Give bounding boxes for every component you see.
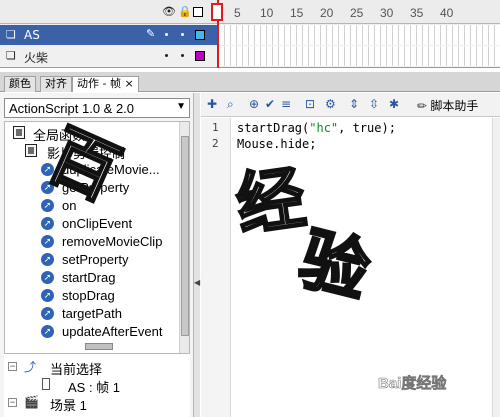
ruler-label: 20 xyxy=(320,6,334,20)
script-assist-icon: ✏ xyxy=(417,99,428,113)
ruler-label: 25 xyxy=(350,6,364,20)
function-icon: ➚ xyxy=(41,217,54,230)
frame-cells-huochai[interactable] xyxy=(219,46,500,66)
scrollbar-thumb[interactable] xyxy=(181,136,189,336)
nav-item-scene[interactable]: − 🎬 场景 1 xyxy=(8,394,188,413)
watermark-char: 经 xyxy=(230,156,311,247)
panel-splitter-handle[interactable] xyxy=(85,343,113,350)
line-number: 1 xyxy=(212,121,219,134)
code-hint-icon[interactable]: ⊡ xyxy=(305,97,315,111)
tab-align[interactable]: 对齐 xyxy=(40,76,72,92)
code-text: , true); xyxy=(338,121,396,135)
lock-dot[interactable] xyxy=(181,54,184,57)
eye-icon[interactable]: 👁 xyxy=(162,5,176,18)
pencil-icon: ✎ xyxy=(146,27,156,40)
timeline-header: 👁 🔒 5 10 15 20 25 30 35 40 xyxy=(0,0,500,24)
function-label: setProperty xyxy=(62,252,129,267)
book-icon xyxy=(13,126,25,139)
nav-item-current-selection[interactable]: − ⤴ 当前选择 xyxy=(8,358,188,377)
scene-icon: 🎬 xyxy=(24,395,39,409)
expand-all-icon[interactable]: ✱ xyxy=(389,97,399,111)
function-icon: ➚ xyxy=(41,307,54,320)
layer-name: AS xyxy=(24,28,40,42)
code-string: "hc" xyxy=(309,121,339,135)
insert-target-path-icon[interactable]: ⊕ xyxy=(249,97,259,111)
ruler-label: 5 xyxy=(234,6,241,20)
script-navigator: − ⤴ 当前选择 AS : 帧 1 − 🎬 场景 1 xyxy=(4,353,190,417)
find-icon[interactable]: ⌕ xyxy=(227,97,234,112)
check-syntax-icon[interactable]: ✔ xyxy=(265,97,275,111)
collapse-arrow-icon[interactable]: ◀ xyxy=(194,278,200,287)
tab-color[interactable]: 颜色 xyxy=(4,76,36,92)
function-label: startDrag xyxy=(62,270,116,285)
line-number: 2 xyxy=(212,137,219,150)
function-icon: ➚ xyxy=(41,271,54,284)
layer-name: 火柴 xyxy=(24,51,49,65)
collapse-between-braces-icon[interactable]: ⇕ xyxy=(349,97,359,111)
layer-color-swatch[interactable] xyxy=(195,51,205,61)
function-icon: ➚ xyxy=(41,253,54,266)
close-icon[interactable]: × xyxy=(124,77,133,90)
baidu-logo-watermark: Bai度经验 xyxy=(378,375,447,393)
timeline-panel: 👁 🔒 5 10 15 20 25 30 35 40 ❏ AS ✎ ❏ 火柴 xyxy=(0,0,500,68)
frame-icon xyxy=(42,378,50,390)
nav-item-label: 场景 1 xyxy=(50,398,87,413)
ruler-label: 30 xyxy=(380,6,394,20)
code-text: startDrag( xyxy=(237,121,310,135)
add-item-icon[interactable]: ✚ xyxy=(207,97,217,111)
ruler-label: 40 xyxy=(440,6,454,20)
function-label: stopDrag xyxy=(62,288,115,303)
expand-icon[interactable]: − xyxy=(8,398,17,407)
nav-item-frame[interactable]: AS : 帧 1 xyxy=(8,376,188,395)
frame-ruler[interactable]: 5 10 15 20 25 30 35 40 xyxy=(217,0,500,24)
line-number-gutter: 1 2 xyxy=(201,118,231,417)
function-label: removeMovieClip xyxy=(62,234,163,249)
function-icon: ➚ xyxy=(41,199,54,212)
layer-row-huochai[interactable]: ❏ 火柴 xyxy=(0,46,217,66)
selection-icon: ⤴ xyxy=(24,360,37,374)
visibility-dot[interactable] xyxy=(165,33,168,36)
ruler-label: 35 xyxy=(410,6,424,20)
script-assist-button[interactable]: ✏ 脚本助手 xyxy=(417,97,478,114)
ruler-label: 10 xyxy=(260,6,274,20)
function-label: updateAfterEvent xyxy=(62,324,163,339)
code-line[interactable]: startDrag("hc", true); xyxy=(237,121,396,135)
layer-icon: ❏ xyxy=(6,28,16,41)
chevron-down-icon[interactable]: ▼ xyxy=(176,101,186,112)
outline-toggle-icon[interactable] xyxy=(193,7,203,17)
function-icon: ➚ xyxy=(41,235,54,248)
expand-icon[interactable]: − xyxy=(8,362,17,371)
playhead-handle[interactable] xyxy=(211,3,223,21)
collapse-selection-icon[interactable]: ⇳ xyxy=(369,97,379,111)
lock-dot[interactable] xyxy=(181,33,184,36)
function-label: targetPath xyxy=(62,306,122,321)
book-icon xyxy=(25,144,37,157)
script-assist-label: 脚本助手 xyxy=(430,99,479,113)
tab-actions-frame[interactable]: 动作 - 帧 × xyxy=(72,76,139,92)
layer-color-swatch[interactable] xyxy=(195,30,205,40)
layer-row-as[interactable]: ❏ AS ✎ xyxy=(0,25,217,45)
toolbox-collapse-bar[interactable]: ◀ xyxy=(193,93,200,417)
auto-format-icon[interactable]: ≡ xyxy=(281,97,291,111)
frame-cells-as[interactable] xyxy=(219,25,500,45)
tab-actions-label: 动作 - 帧 xyxy=(77,77,121,90)
function-icon: ➚ xyxy=(41,325,54,338)
tree-scrollbar[interactable] xyxy=(179,122,189,370)
editor-toolbar: ✚ ⌕ ⊕ ✔ ≡ ⊡ ⚙ ⇕ ⇳ ✱ ✏ 脚本助手 xyxy=(201,93,500,117)
debug-options-icon[interactable]: ⚙ xyxy=(325,97,336,111)
editor-scrollbar[interactable] xyxy=(492,118,500,417)
function-icon: ➚ xyxy=(41,289,54,302)
panel-tabs: 颜色 对齐 动作 - 帧 × xyxy=(0,72,500,92)
layer-icon: ❏ xyxy=(6,49,16,62)
lock-icon[interactable]: 🔒 xyxy=(178,5,192,18)
ruler-label: 15 xyxy=(290,6,304,20)
visibility-dot[interactable] xyxy=(165,54,168,57)
